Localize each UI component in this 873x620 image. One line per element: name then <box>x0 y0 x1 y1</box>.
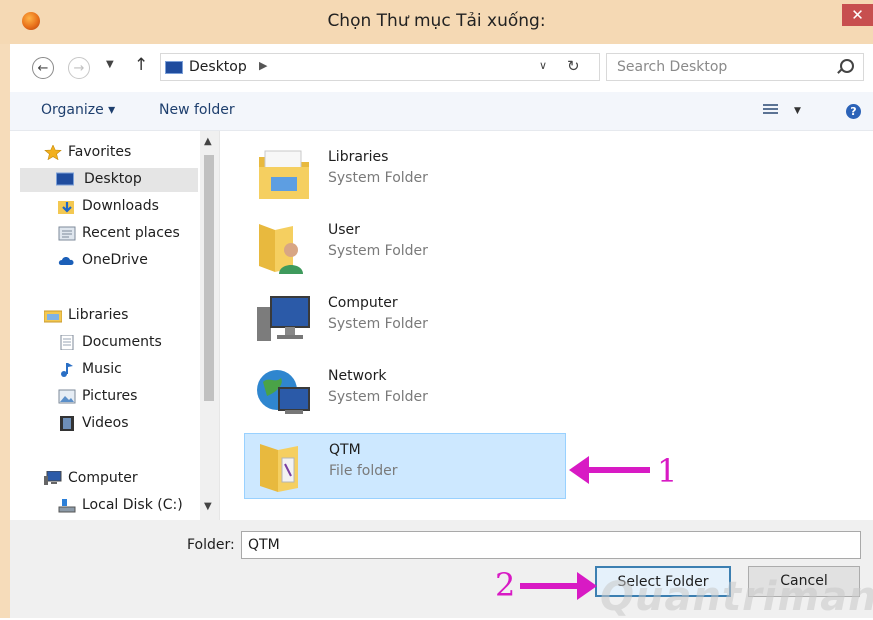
desktop-icon <box>56 172 74 186</box>
back-button[interactable]: ← <box>32 57 54 79</box>
sidebar-item-downloads[interactable]: Downloads <box>56 195 196 219</box>
annotation-number-2: 2 <box>495 566 516 604</box>
scroll-down-icon[interactable]: ▼ <box>204 501 212 512</box>
item-name: Libraries <box>328 149 389 165</box>
sidebar-item-label: Desktop <box>84 171 142 187</box>
recent-locations-button[interactable]: ▼ <box>106 59 114 70</box>
pictures-icon <box>58 389 76 404</box>
computer-icon <box>44 471 62 485</box>
sidebar-item-label: Downloads <box>82 198 159 214</box>
search-icon[interactable] <box>840 59 854 73</box>
downloads-folder-icon <box>58 201 74 214</box>
desktop-icon <box>165 61 183 74</box>
documents-icon <box>60 335 74 350</box>
folder-input[interactable] <box>241 531 861 559</box>
star-icon <box>44 145 62 160</box>
list-item-user[interactable]: User System Folder <box>244 214 566 280</box>
address-dropdown-icon[interactable]: ∨ <box>539 59 547 72</box>
computer-icon <box>257 296 310 341</box>
sidebar-item-libraries[interactable]: Libraries <box>42 304 192 328</box>
title-bar: Chọn Thư mục Tải xuống: ✕ <box>0 0 873 44</box>
help-icon[interactable]: ? <box>846 104 861 119</box>
sidebar-item-pictures[interactable]: Pictures <box>56 385 196 409</box>
dialog-title: Chọn Thư mục Tải xuống: <box>327 11 546 31</box>
sidebar-item-music[interactable]: Music <box>56 358 196 382</box>
sidebar-item-label: Documents <box>82 334 162 350</box>
item-type: System Folder <box>328 170 428 186</box>
dialog-client: ← → ▼ ↑ Desktop ▶ ∨ ↻ Search Desktop Org… <box>10 44 873 618</box>
sidebar-item-label: Favorites <box>68 144 132 160</box>
network-globe-icon <box>257 370 310 414</box>
item-name: QTM <box>329 442 361 458</box>
organize-button[interactable]: Organize ▾ <box>41 102 115 118</box>
forward-button[interactable]: → <box>68 57 90 79</box>
user-folder-icon <box>259 224 303 274</box>
sidebar-item-desktop[interactable]: Desktop <box>20 168 198 192</box>
sidebar-item-label: Videos <box>82 415 129 431</box>
annotation-arrow-2 <box>520 572 597 600</box>
search-input[interactable]: Search Desktop <box>617 59 727 75</box>
sidebar-scrollbar[interactable]: ▲ ▼ <box>200 131 219 520</box>
dialog-window: Chọn Thư mục Tải xuống: ✕ ← → ▼ ↑ Deskto… <box>0 0 873 620</box>
local-disk-icon <box>58 499 76 513</box>
navigation-pane: Favorites Desktop Downloads Recent place… <box>10 131 220 520</box>
folder-label: Folder: <box>187 537 235 553</box>
breadcrumb-arrow-icon[interactable]: ▶ <box>259 59 267 72</box>
view-options-icon[interactable] <box>763 104 778 118</box>
libraries-folder-icon <box>259 150 309 199</box>
address-bar[interactable]: Desktop ▶ ∨ ↻ <box>160 53 600 81</box>
folder-icon <box>260 444 298 492</box>
item-type: File folder <box>329 463 398 479</box>
onedrive-icon <box>58 257 74 265</box>
new-folder-button[interactable]: New folder <box>159 102 235 118</box>
search-box[interactable]: Search Desktop <box>606 53 864 81</box>
item-name: Computer <box>328 295 398 311</box>
view-dropdown-icon[interactable]: ▼ <box>794 106 801 116</box>
list-item-libraries[interactable]: Libraries System Folder <box>244 141 566 207</box>
list-item-qtm[interactable]: QTM File folder <box>244 433 566 499</box>
navigation-bar: ← → ▼ ↑ Desktop ▶ ∨ ↻ Search Desktop <box>10 44 873 92</box>
up-button[interactable]: ↑ <box>134 55 148 75</box>
command-bar: Organize ▾ New folder ▼ ? <box>10 92 873 131</box>
item-name: Network <box>328 368 387 384</box>
sidebar-item-label: Recent places <box>82 225 180 241</box>
libraries-icon <box>44 310 62 323</box>
sidebar-item-favorites[interactable]: Favorites <box>42 141 192 165</box>
sidebar-item-videos[interactable]: Videos <box>56 412 196 436</box>
annotation-number-1: 1 <box>657 452 678 490</box>
close-button[interactable]: ✕ <box>842 4 873 26</box>
sidebar-item-computer[interactable]: Computer <box>42 467 192 491</box>
address-text[interactable]: Desktop <box>189 59 247 75</box>
list-item-computer[interactable]: Computer System Folder <box>244 287 566 353</box>
sidebar-item-label: Libraries <box>68 307 129 323</box>
sidebar-item-onedrive[interactable]: OneDrive <box>56 249 196 273</box>
item-name: User <box>328 222 360 238</box>
file-list: Libraries System Folder User System Fold… <box>220 131 873 520</box>
sidebar-item-label: Computer <box>68 470 138 486</box>
scroll-up-icon[interactable]: ▲ <box>204 136 212 147</box>
annotation-arrow-1 <box>569 456 650 484</box>
sidebar-item-recent-places[interactable]: Recent places <box>56 222 196 246</box>
sidebar-item-label: Pictures <box>82 388 138 404</box>
refresh-button[interactable]: ↻ <box>567 57 580 75</box>
videos-icon <box>60 416 74 431</box>
sidebar-item-label: Local Disk (C:) <box>82 497 183 513</box>
sidebar-item-label: Music <box>82 361 122 377</box>
sidebar-item-label: OneDrive <box>82 252 148 268</box>
music-icon <box>61 363 73 377</box>
scrollbar-thumb[interactable] <box>204 155 214 401</box>
item-type: System Folder <box>328 389 428 405</box>
recent-places-icon <box>58 226 76 241</box>
item-type: System Folder <box>328 316 428 332</box>
item-type: System Folder <box>328 243 428 259</box>
list-item-network[interactable]: Network System Folder <box>244 360 566 426</box>
sidebar-item-local-disk[interactable]: Local Disk (C:) <box>56 494 196 518</box>
watermark: Quantrimang <box>600 574 873 620</box>
sidebar-item-documents[interactable]: Documents <box>56 331 196 355</box>
